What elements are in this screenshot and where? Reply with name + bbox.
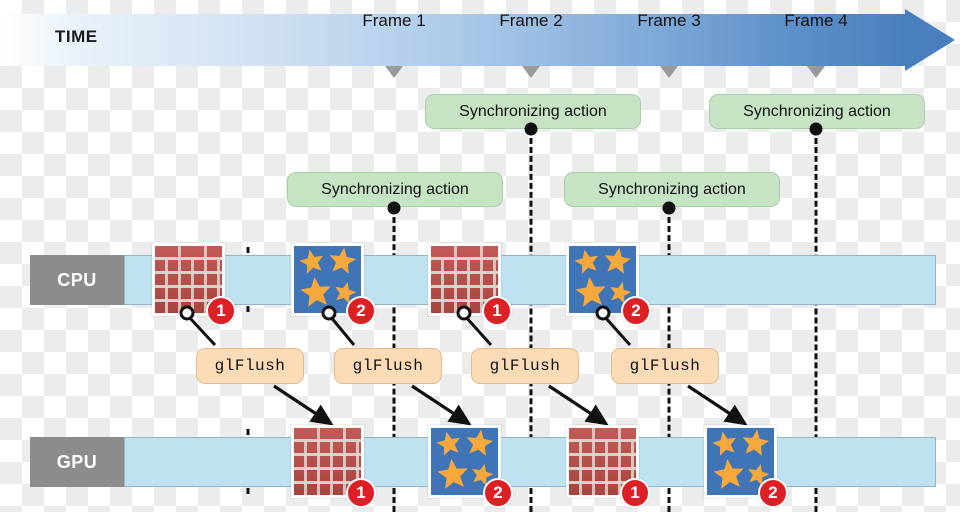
- frame-label-4: Frame 4: [784, 11, 848, 30]
- glflush-pill-2: glFlush: [334, 348, 442, 384]
- lane-bar-gpu: [124, 437, 936, 487]
- lane-label-cpu: CPU: [30, 255, 124, 305]
- cpu-badge-1: 1: [206, 296, 236, 326]
- cpu-to-gpu-arrow-3: [548, 384, 609, 426]
- cpu-badge-3: 1: [482, 296, 512, 326]
- cpu-badge-4: 2: [621, 296, 651, 326]
- frame-label-3: Frame 3: [637, 11, 701, 30]
- glflush-pill-3: glFlush: [471, 348, 579, 384]
- cpu-to-gpu-arrow-1: [273, 384, 334, 426]
- sync-action-dot-2: [809, 122, 823, 136]
- sync-action-dot-1: [524, 122, 538, 136]
- gpu-badge-3: 1: [620, 478, 650, 508]
- cpu-to-gpu-arrow-4: [687, 384, 748, 426]
- frame-tick-3-icon: [660, 66, 678, 78]
- cpu-badge-2: 2: [346, 296, 376, 326]
- diagram-canvas: TIME Frame 1 Frame 2 Frame 3 Frame 4 CPU GPU…: [0, 0, 960, 512]
- cpu-callout-dot-2: [321, 305, 337, 321]
- sync-action-dot-3: [387, 201, 401, 215]
- time-arrow-head-icon: [905, 9, 955, 71]
- glflush-pill-4: glFlush: [611, 348, 719, 384]
- frame-tick-4-icon: [807, 66, 825, 78]
- cpu-callout-dot-3: [456, 305, 472, 321]
- frame-label-2: Frame 2: [499, 11, 563, 30]
- frame-label-1: Frame 1: [362, 11, 426, 30]
- sync-action-dot-4: [662, 201, 676, 215]
- lane-label-gpu: GPU: [30, 437, 124, 487]
- time-arrow-shaft: [0, 14, 908, 66]
- frame-tick-1-icon: [385, 66, 403, 78]
- time-axis-label: TIME: [55, 27, 98, 46]
- gpu-badge-2: 2: [483, 478, 513, 508]
- frame-tick-2-icon: [522, 66, 540, 78]
- cpu-to-gpu-arrow-2: [411, 384, 472, 426]
- lane-bar-cpu: [124, 255, 936, 305]
- gpu-badge-1: 1: [346, 478, 376, 508]
- gpu-badge-4: 2: [758, 478, 788, 508]
- cpu-callout-dot-4: [595, 305, 611, 321]
- cpu-callout-dot-1: [179, 305, 195, 321]
- glflush-pill-1: glFlush: [196, 348, 304, 384]
